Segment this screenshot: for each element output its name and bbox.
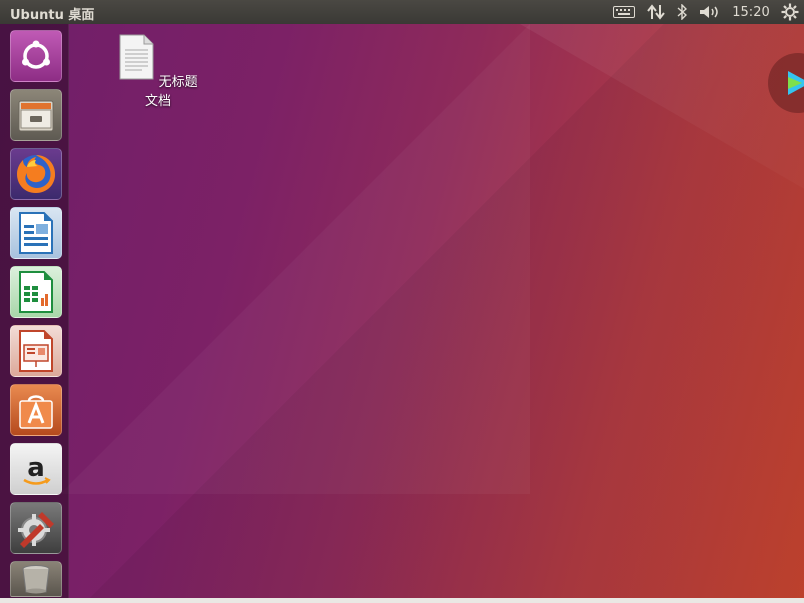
launcher-item-writer[interactable] xyxy=(10,207,62,259)
svg-text:a: a xyxy=(27,453,45,483)
clock[interactable]: 15:20 xyxy=(730,3,772,21)
bluetooth-icon[interactable] xyxy=(673,3,691,21)
keyboard-icon[interactable] xyxy=(612,3,636,21)
network-arrows-icon[interactable] xyxy=(645,3,667,21)
libreoffice-calc-icon xyxy=(19,271,53,313)
wallpaper-shard xyxy=(520,24,804,198)
launcher-item-settings[interactable] xyxy=(10,502,62,554)
text-document-icon xyxy=(119,34,154,80)
ubuntu-software-icon xyxy=(19,395,53,429)
launcher-item-firefox[interactable] xyxy=(10,148,62,200)
desktop-file-label: 无标题文档 xyxy=(144,75,198,109)
system-settings-icon xyxy=(18,512,54,548)
amazon-icon: a xyxy=(23,453,51,485)
bottom-edge xyxy=(0,598,804,603)
desktop-background[interactable]: 无标题文档 xyxy=(0,24,804,603)
volume-icon[interactable] xyxy=(698,3,722,21)
desktop-file-icon[interactable]: 无标题文档 xyxy=(116,34,200,109)
file-cabinet-icon xyxy=(18,100,54,132)
launcher-item-impress[interactable] xyxy=(10,325,62,377)
libreoffice-impress-icon xyxy=(19,330,53,372)
play-icon xyxy=(788,71,804,95)
launcher-item-trash[interactable] xyxy=(10,561,62,597)
window-title: Ubuntu 桌面 xyxy=(10,8,95,23)
launcher-item-files[interactable] xyxy=(10,89,62,141)
ubuntu-logo-icon xyxy=(22,40,50,69)
launcher-item-dash[interactable] xyxy=(10,30,62,82)
gear-icon[interactable] xyxy=(780,3,800,21)
launcher-item-software[interactable] xyxy=(10,384,62,436)
libreoffice-writer-icon xyxy=(19,212,53,254)
launcher-item-amazon[interactable]: a xyxy=(10,443,62,495)
firefox-icon xyxy=(17,155,56,193)
launcher-dock: a xyxy=(0,24,69,603)
trash-icon xyxy=(22,565,50,594)
top-panel: Ubuntu 桌面 15:20 xyxy=(0,0,804,24)
launcher-item-calc[interactable] xyxy=(10,266,62,318)
